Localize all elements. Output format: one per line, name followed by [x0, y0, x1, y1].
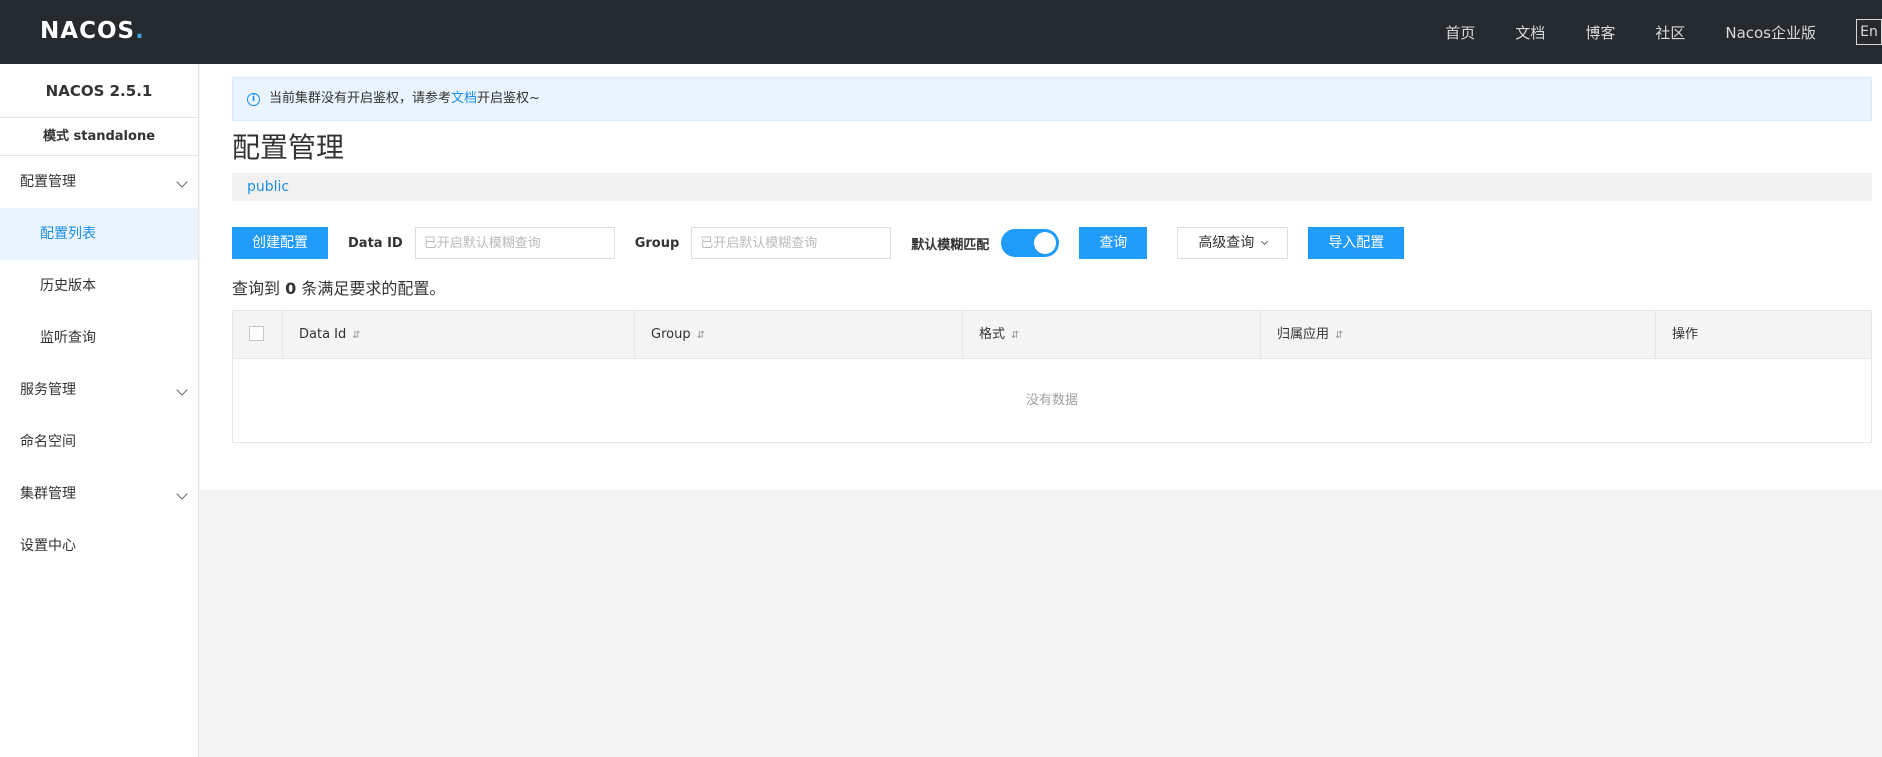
namespace-public-link[interactable]: public	[247, 179, 289, 195]
dataid-input[interactable]	[414, 227, 615, 259]
dataid-label: Data ID	[348, 235, 403, 251]
search-toolbar: 创建配置 Data ID Group 默认模糊匹配 查询 高级查询 导入配置	[232, 227, 1405, 259]
chevron-down-icon	[1261, 237, 1269, 245]
chevron-down-icon	[176, 384, 188, 396]
column-header-group-label: Group	[651, 327, 691, 342]
config-table: Data Id ⇵ Group ⇵ 格式 ⇵ 归属应用 ⇵ 操作 没有数据	[232, 310, 1872, 443]
table-header: Data Id ⇵ Group ⇵ 格式 ⇵ 归属应用 ⇵ 操作	[233, 311, 1871, 359]
column-header-dataid-label: Data Id	[299, 327, 347, 342]
nav-home[interactable]: 首页	[1445, 22, 1475, 43]
fuzzy-match-toggle[interactable]	[1001, 229, 1060, 257]
sidebar-item-config-list[interactable]: 配置列表	[0, 208, 198, 260]
column-header-app[interactable]: 归属应用 ⇵	[1261, 311, 1656, 358]
sidebar-item-history[interactable]: 历史版本	[0, 260, 198, 312]
nav-community[interactable]: 社区	[1655, 22, 1685, 43]
sidebar-group-config-label: 配置管理	[20, 174, 76, 190]
notice-docs-link[interactable]: 文档	[451, 91, 477, 106]
table-empty-state: 没有数据	[1025, 393, 1078, 408]
result-suffix: 条满足要求的配置。	[301, 279, 446, 298]
nacos-logo[interactable]: NACOS.	[40, 14, 145, 48]
sort-icon[interactable]: ⇵	[697, 330, 705, 341]
top-nav: 首页 文档 博客 社区 Nacos企业版 En	[1445, 0, 1882, 64]
group-input[interactable]	[691, 227, 892, 259]
group-label: Group	[634, 235, 680, 251]
column-header-format-label: 格式	[979, 327, 1006, 342]
result-summary: 查询到 0 条满足要求的配置。	[232, 275, 445, 299]
sidebar: NACOS 2.5.1 模式 standalone 配置管理 配置列表 历史版本…	[0, 64, 199, 757]
column-header-app-label: 归属应用	[1277, 327, 1330, 342]
toggle-knob	[1034, 232, 1057, 254]
sort-icon[interactable]: ⇵	[352, 330, 360, 341]
column-header-dataid[interactable]: Data Id ⇵	[283, 311, 635, 358]
column-header-format[interactable]: 格式 ⇵	[963, 311, 1261, 358]
sidebar-item-namespace[interactable]: 命名空间	[0, 416, 198, 468]
result-prefix: 查询到	[232, 279, 281, 298]
main-content: i 当前集群没有开启鉴权，请参考文档开启鉴权~ 配置管理 public 创建配置…	[200, 64, 1882, 490]
query-button[interactable]: 查询	[1079, 227, 1148, 259]
advanced-query-label: 高级查询	[1198, 235, 1255, 251]
select-all-cell	[233, 311, 283, 358]
column-header-actions: 操作	[1656, 311, 1871, 358]
sidebar-group-cluster-label: 集群管理	[20, 486, 76, 502]
sidebar-group-cluster[interactable]: 集群管理	[0, 468, 198, 520]
page-title: 配置管理	[232, 131, 345, 164]
auth-notice: i 当前集群没有开启鉴权，请参考文档开启鉴权~	[232, 77, 1872, 121]
create-config-button[interactable]: 创建配置	[232, 227, 328, 259]
notice-text-after: 开启鉴权~	[477, 91, 540, 106]
column-header-actions-label: 操作	[1672, 327, 1699, 342]
sidebar-group-service-label: 服务管理	[20, 382, 76, 398]
fuzzy-match-label: 默认模糊匹配	[911, 237, 990, 253]
chevron-down-icon	[176, 176, 188, 188]
sidebar-group-config[interactable]: 配置管理	[0, 156, 198, 208]
logo-text-oo: COS	[79, 18, 136, 44]
namespace-bar: public	[232, 173, 1872, 201]
sidebar-group-service[interactable]: 服务管理	[0, 364, 198, 416]
mode-label: 模式 standalone	[0, 118, 198, 156]
sidebar-item-settings[interactable]: 设置中心	[0, 520, 198, 572]
logo-text-main: NA	[40, 18, 80, 44]
advanced-query-button[interactable]: 高级查询	[1177, 227, 1289, 259]
select-all-checkbox[interactable]	[249, 325, 264, 341]
sort-icon[interactable]: ⇵	[1011, 330, 1019, 341]
column-header-group[interactable]: Group ⇵	[635, 311, 963, 358]
language-switch-button[interactable]: En	[1856, 19, 1882, 45]
version-label: NACOS 2.5.1	[0, 64, 198, 118]
logo-dot: .	[135, 18, 145, 44]
result-count: 0	[285, 279, 297, 298]
sort-icon[interactable]: ⇵	[1335, 330, 1343, 341]
nav-blog[interactable]: 博客	[1585, 22, 1615, 43]
top-bar: NACOS. 首页 文档 博客 社区 Nacos企业版 En	[0, 0, 1882, 64]
notice-text-before: 当前集群没有开启鉴权，请参考	[269, 91, 452, 106]
info-icon: i	[247, 93, 260, 106]
nav-docs[interactable]: 文档	[1515, 22, 1545, 43]
chevron-down-icon	[176, 488, 188, 500]
nav-enterprise[interactable]: Nacos企业版	[1725, 22, 1816, 43]
sidebar-item-listener[interactable]: 监听查询	[0, 312, 198, 364]
import-config-button[interactable]: 导入配置	[1308, 227, 1405, 259]
